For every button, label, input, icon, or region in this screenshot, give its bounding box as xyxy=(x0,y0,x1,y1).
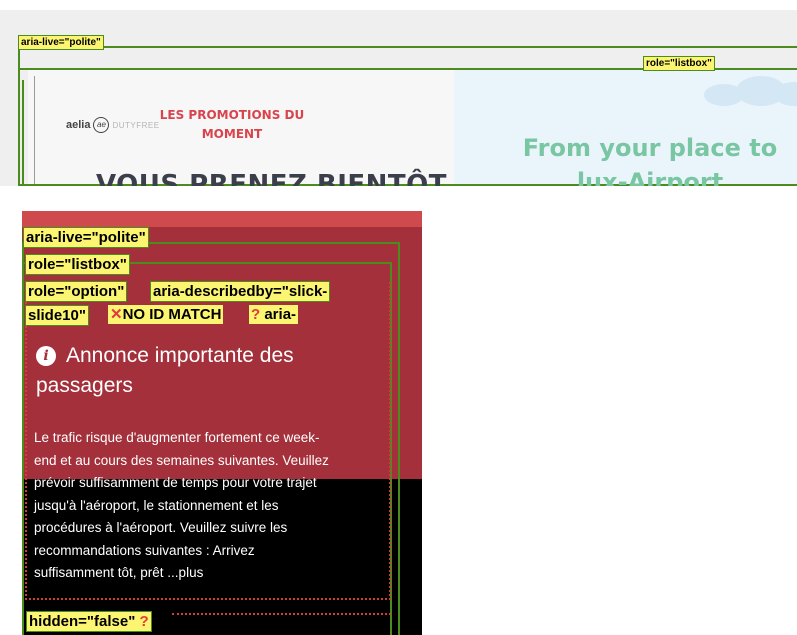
announcement-body: Le trafic risque d'augmenter fortement c… xyxy=(34,427,384,585)
airport-title-line: lux-Airport xyxy=(576,168,724,186)
airport-title-line: From your place to xyxy=(522,134,778,162)
promotions-link[interactable]: LES PROMOTIONS DU MOMENT xyxy=(152,106,312,144)
aelia-logo: aelia ae DUTYFREE xyxy=(66,116,160,134)
heading-line: Annonce importante des xyxy=(66,344,294,367)
no-id-match-badge: ✕NO ID MATCH xyxy=(108,305,224,324)
body-line: jusqu'à l'aéroport, le stationnement et … xyxy=(34,497,279,513)
info-icon: i xyxy=(36,346,56,366)
body-line: Le trafic risque d'augmenter fortement c… xyxy=(34,430,320,445)
describedby-tag: aria-describedby="slick- xyxy=(150,281,331,302)
body-line: prévoir suffisamment de temps pour votre… xyxy=(34,475,317,490)
promo-line: LES PROMOTIONS DU xyxy=(159,108,305,122)
describedby-tag-cont: slide10" xyxy=(25,305,89,326)
listbox-tag: role="listbox" xyxy=(25,254,130,275)
aria-live-tag: aria-live="polite" xyxy=(18,35,104,50)
logo-brand: aelia xyxy=(66,119,91,131)
top-carousel-panel: aria-live="polite" role="listbox" aelia … xyxy=(0,10,797,186)
option-tag: role="option" xyxy=(25,281,128,302)
promo-line: MOMENT xyxy=(201,127,263,141)
announcement-panel: aria-live="polite" role="listbox" role="… xyxy=(22,211,422,635)
no-id-match-text: NO ID MATCH xyxy=(122,306,222,323)
header-strip xyxy=(22,211,422,227)
airport-slide-title: From your place to lux-Airport xyxy=(500,131,797,186)
slide-headline: VOUS PRENEZ BIENTÔT xyxy=(96,170,448,186)
heading-line: passagers xyxy=(36,374,133,397)
hidden-tag-text: hidden="false" xyxy=(29,613,136,630)
body-line: end et au cours des semaines suivantes. … xyxy=(34,452,329,468)
option-outline-bottom xyxy=(172,613,391,615)
hidden-tag: hidden="false" ? xyxy=(26,611,152,632)
listbox-tag: role="listbox" xyxy=(643,56,715,71)
announcement-heading: i Annonce importante des passagers xyxy=(36,341,376,401)
question-icon: ? xyxy=(139,613,149,630)
error-x-icon: ✕ xyxy=(110,306,123,323)
listbox-outline-edge xyxy=(22,80,24,186)
body-line: procédures à l'aéroport. Veuillez suivre… xyxy=(34,520,288,535)
logo-mark-icon: ae xyxy=(93,117,110,133)
body-line: recommandations suivantes : Arrivez xyxy=(34,542,255,558)
aria-warning-badge: ? aria- xyxy=(249,305,299,324)
aria-live-tag: aria-live="polite" xyxy=(23,227,149,248)
read-more-link[interactable]: suffisamment tôt, prêt ...plus xyxy=(34,562,384,585)
aria-trunc-text: aria- xyxy=(264,306,297,323)
question-icon: ? xyxy=(251,306,261,323)
